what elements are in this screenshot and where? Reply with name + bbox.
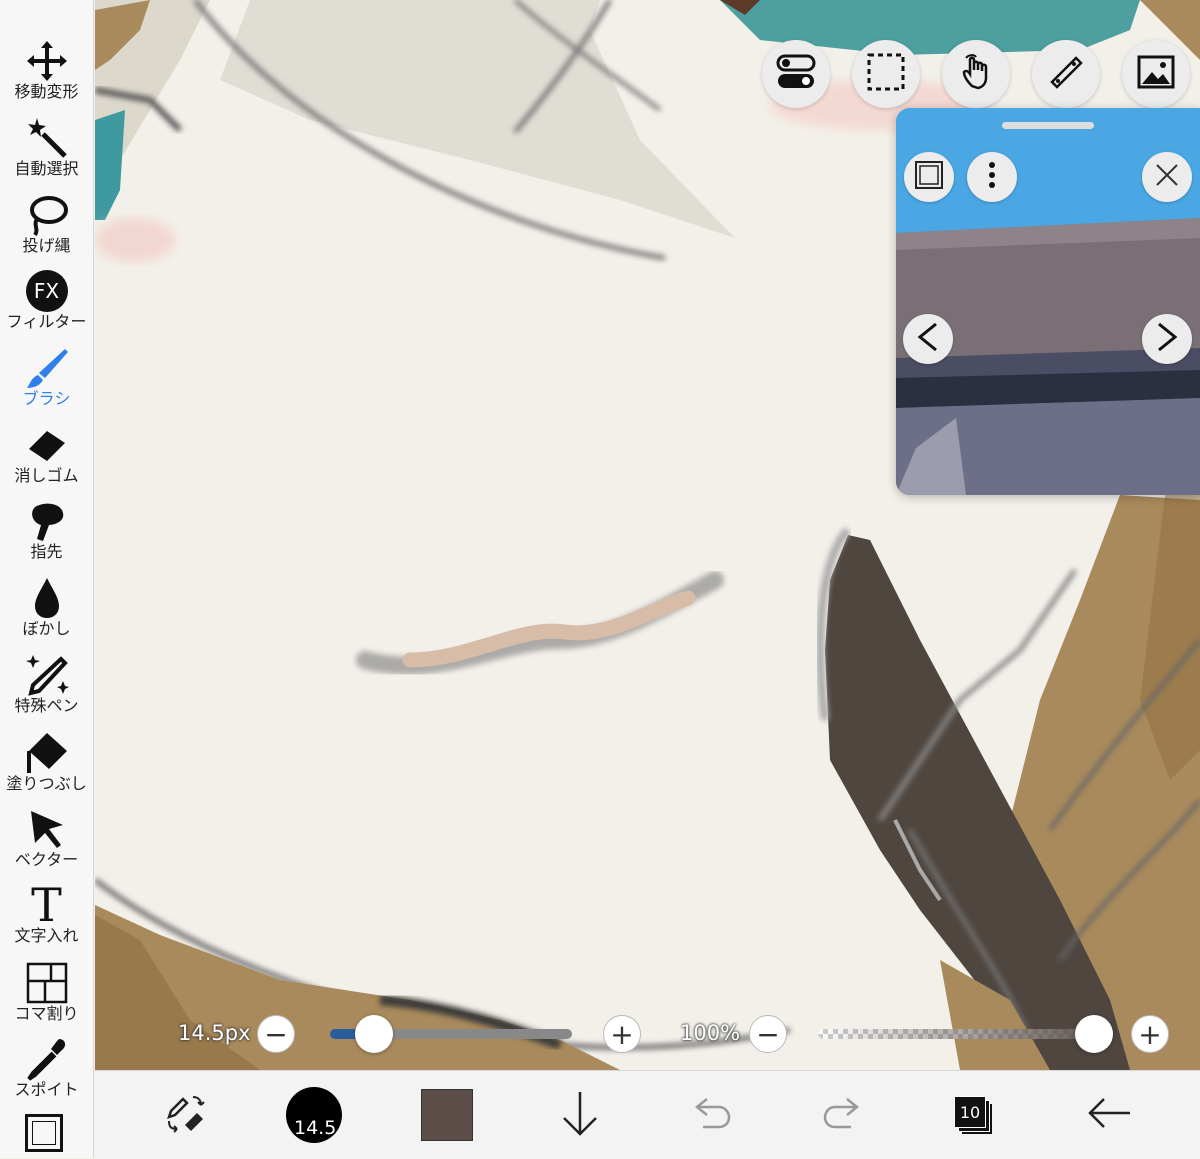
tool-special-pen[interactable]: 特殊ペン	[0, 652, 93, 729]
ruler-button[interactable]	[1032, 40, 1100, 108]
finger-icon	[24, 498, 70, 544]
tool-label: ブラシ	[22, 389, 71, 408]
special-pen-icon	[24, 652, 70, 698]
undo-icon	[689, 1093, 733, 1137]
opacity-label: 100%	[680, 1021, 741, 1045]
tool-label: 文字入れ	[14, 926, 79, 945]
tool-sidebar: 移動変形 自動選択 投げ縄 FX フィルター ブラシ 消しゴム 指先 ぼかし 特…	[0, 0, 94, 1158]
fx-icon: FX	[24, 268, 70, 314]
arrow-down-icon	[560, 1090, 600, 1140]
arrow-left-icon	[1086, 1095, 1132, 1135]
tool-label: 塗りつぶし	[6, 774, 87, 793]
undo-button[interactable]	[681, 1071, 741, 1159]
drag-handle[interactable]	[1002, 122, 1094, 129]
tool-label: ぼかし	[22, 619, 71, 638]
opacity-minus-button[interactable]: −	[749, 1015, 787, 1053]
tool-vector[interactable]: ベクター	[0, 806, 93, 883]
layer-frame-icon[interactable]	[25, 1114, 63, 1152]
tool-label: フィルター	[6, 312, 87, 331]
chevron-right-icon	[1155, 322, 1179, 356]
tool-label: 投げ縄	[22, 236, 71, 255]
tool-blur[interactable]: ぼかし	[0, 575, 93, 652]
move-icon	[24, 38, 70, 84]
brush-size-button[interactable]: 14.5	[281, 1071, 347, 1159]
tool-label: スポイト	[14, 1080, 79, 1099]
brush-size-value: 14.5	[294, 1117, 337, 1139]
lasso-icon	[24, 192, 70, 238]
eyedropper-icon	[24, 1036, 70, 1082]
layer-count: 10	[954, 1096, 986, 1128]
layers-button[interactable]: 10	[943, 1071, 1003, 1159]
reference-window[interactable]	[896, 108, 1200, 495]
brush-preview-dot: 14.5	[286, 1087, 342, 1143]
redo-icon	[821, 1093, 865, 1137]
plus-icon: +	[1138, 1017, 1162, 1051]
plus-icon: +	[610, 1017, 634, 1051]
image-button[interactable]	[1122, 40, 1190, 108]
opacity-knob[interactable]	[1075, 1015, 1113, 1053]
tool-label: ベクター	[14, 850, 79, 869]
opacity-slider[interactable]	[818, 1029, 1110, 1039]
minus-icon: −	[264, 1017, 288, 1051]
ruler-icon	[1046, 52, 1086, 96]
fill-bucket-icon	[24, 730, 70, 776]
tool-finger[interactable]: 指先	[0, 498, 93, 575]
save-down-button[interactable]	[550, 1071, 610, 1159]
tool-eraser[interactable]: 消しゴム	[0, 422, 93, 499]
tool-auto-select[interactable]: 自動選択	[0, 115, 93, 192]
layers-icon: 10	[950, 1092, 996, 1138]
magic-wand-icon	[24, 115, 70, 161]
tool-frame-divide[interactable]: コマ割り	[0, 960, 93, 1037]
more-vertical-icon	[987, 160, 997, 194]
ref-more-button[interactable]	[967, 152, 1017, 202]
toggle-icon	[776, 52, 816, 96]
tool-label: 移動変形	[14, 82, 79, 101]
brush-size-plus-button[interactable]: +	[603, 1015, 641, 1053]
tool-fill[interactable]: 塗りつぶし	[0, 730, 93, 807]
tool-label: 自動選択	[14, 159, 79, 178]
selection-button[interactable]	[852, 40, 920, 108]
text-icon: T	[31, 878, 62, 932]
minus-icon: −	[756, 1017, 780, 1051]
color-swatch	[421, 1089, 473, 1141]
ref-prev-button[interactable]	[903, 314, 953, 364]
redo-button[interactable]	[813, 1071, 873, 1159]
tool-label: 特殊ペン	[14, 696, 79, 715]
back-button[interactable]	[1079, 1071, 1139, 1159]
blur-drop-icon	[24, 575, 70, 621]
brush-icon	[24, 345, 70, 391]
hand-button[interactable]	[942, 40, 1010, 108]
tool-label: コマ割り	[14, 1004, 79, 1023]
ref-frame-button[interactable]	[904, 152, 954, 202]
eraser-icon	[24, 422, 70, 468]
hand-touch-icon	[956, 52, 996, 96]
tool-move-transform[interactable]: 移動変形	[0, 38, 93, 115]
bottom-toolbar: 14.5 10	[95, 1070, 1200, 1159]
tool-text[interactable]: T 文字入れ	[0, 882, 93, 959]
tool-filter[interactable]: FX フィルター	[0, 268, 93, 345]
opacity-plus-button[interactable]: +	[1131, 1015, 1169, 1053]
frame-icon	[914, 160, 944, 194]
brush-size-minus-button[interactable]: −	[257, 1015, 295, 1053]
tool-brush[interactable]: ブラシ	[0, 345, 93, 422]
tool-label: 消しゴム	[14, 466, 79, 485]
close-icon	[1154, 162, 1180, 192]
ref-next-button[interactable]	[1142, 314, 1192, 364]
brush-size-knob[interactable]	[354, 1015, 393, 1053]
tool-lasso[interactable]: 投げ縄	[0, 192, 93, 269]
ref-close-button[interactable]	[1142, 152, 1192, 202]
image-icon	[1136, 52, 1176, 96]
color-button[interactable]	[417, 1071, 477, 1159]
swap-tool-button[interactable]	[155, 1071, 215, 1159]
vector-arrow-icon	[24, 806, 70, 852]
tool-label: 指先	[30, 542, 63, 561]
toggle-button[interactable]	[762, 40, 830, 108]
brush-size-label: 14.5px	[178, 1021, 251, 1045]
selection-rect-icon	[866, 52, 906, 96]
frame-divide-icon	[24, 960, 70, 1006]
tool-eyedropper[interactable]: スポイト	[0, 1036, 93, 1113]
chevron-left-icon	[916, 322, 940, 356]
swap-brush-eraser-icon	[163, 1091, 207, 1139]
